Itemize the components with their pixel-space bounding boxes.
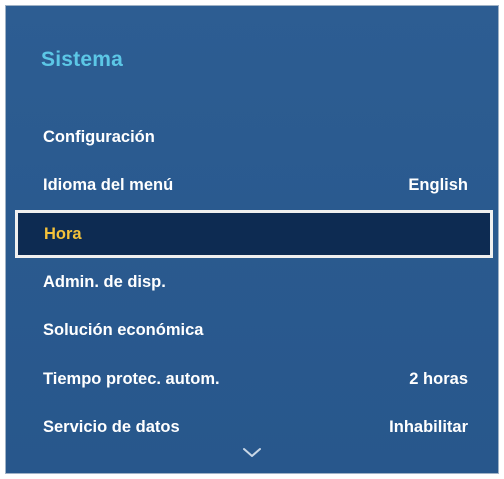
- menu-item-admin-de-disp[interactable]: Admin. de disp.: [6, 258, 498, 307]
- menu-item-value: Inhabilitar: [389, 418, 468, 437]
- menu-item-idioma-del-menu[interactable]: Idioma del menú English: [6, 162, 498, 211]
- menu-item-label: Configuración: [43, 127, 155, 146]
- system-menu-panel: Sistema Configuración Idioma del menú En…: [5, 5, 499, 474]
- chevron-down-icon[interactable]: [242, 447, 262, 459]
- panel-title: Sistema: [41, 48, 123, 71]
- menu-item-label: Idioma del menú: [43, 176, 174, 195]
- menu-item-value: English: [408, 176, 468, 195]
- menu-item-value: 2 horas: [409, 369, 468, 388]
- menu-item-tiempo-protec-autom[interactable]: Tiempo protec. autom. 2 horas: [6, 355, 498, 404]
- menu-list: Configuración Idioma del menú English Ho…: [6, 113, 498, 452]
- menu-item-configuracion[interactable]: Configuración: [6, 113, 498, 162]
- menu-item-servicio-de-datos[interactable]: Servicio de datos Inhabilitar: [6, 404, 498, 453]
- menu-item-label: Hora: [44, 224, 82, 243]
- menu-item-label: Servicio de datos: [43, 418, 180, 437]
- menu-item-label: Tiempo protec. autom.: [43, 369, 220, 388]
- menu-item-solucion-economica[interactable]: Solución económica: [6, 307, 498, 356]
- menu-item-label: Admin. de disp.: [43, 272, 166, 291]
- menu-item-label: Solución económica: [43, 321, 204, 340]
- menu-item-hora[interactable]: Hora: [15, 210, 493, 258]
